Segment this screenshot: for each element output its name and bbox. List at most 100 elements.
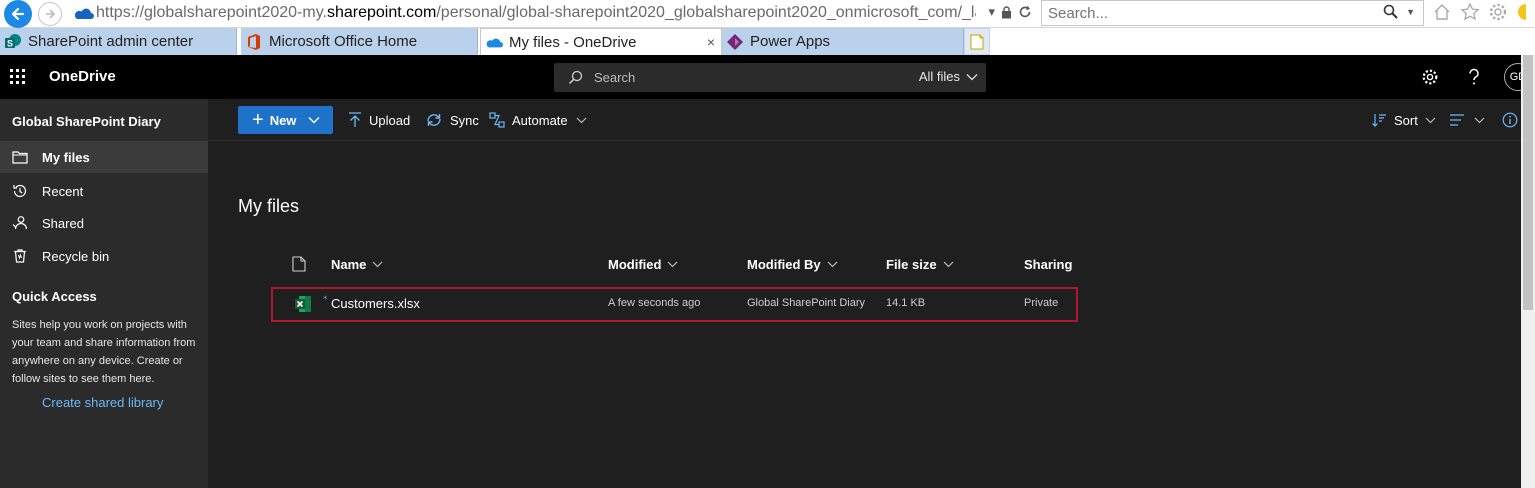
file-type-header-icon[interactable]	[292, 256, 306, 272]
url-field[interactable]: https://globalsharepoint2020-my.sharepoi…	[68, 0, 1036, 26]
tab-my-files-onedrive[interactable]: My files - OneDrive ×	[480, 28, 722, 55]
column-header-label: Modified	[608, 257, 662, 272]
info-pane-button[interactable]	[1502, 110, 1518, 130]
history-icon	[11, 182, 29, 200]
column-header-label: Name	[331, 257, 367, 272]
view-options-button[interactable]	[1449, 110, 1485, 130]
info-icon	[1502, 112, 1518, 128]
app-launcher-icon[interactable]	[10, 69, 26, 85]
automate-label: Automate	[512, 112, 568, 128]
onedrive-cloud-icon	[485, 33, 503, 51]
site-title: Global SharePoint Diary	[12, 114, 161, 129]
create-shared-library-link[interactable]: Create shared library	[42, 395, 163, 410]
left-navigation: Global SharePoint Diary My files Recent …	[0, 99, 208, 488]
file-name[interactable]: Customers.xlsx	[331, 296, 420, 311]
file-modified-by: Global SharePoint Diary	[747, 297, 866, 309]
onedrive-search-box[interactable]: Search All files	[554, 63, 986, 92]
chevron-down-icon	[308, 117, 320, 124]
sync-label: Sync	[450, 112, 479, 128]
quick-access-description: Sites help you work on projects with you…	[12, 319, 196, 385]
new-button[interactable]: + New	[238, 106, 333, 134]
new-tab-button[interactable]	[964, 28, 990, 55]
tab-label: Microsoft Office Home	[269, 33, 418, 50]
upload-label: Upload	[369, 112, 411, 128]
onedrive-cloud-icon	[74, 8, 94, 19]
sort-button[interactable]: Sort	[1371, 110, 1436, 130]
gear-icon[interactable]	[1488, 2, 1508, 22]
page-title: My files	[238, 196, 300, 216]
svg-text:S: S	[7, 38, 13, 48]
column-header-file-size[interactable]: File size	[886, 257, 954, 272]
url-text: https://globalsharepoint2020-my.sharepoi…	[96, 4, 976, 21]
plus-icon: +	[252, 109, 264, 131]
folder-icon	[11, 148, 29, 166]
lock-icon	[1002, 5, 1011, 18]
upload-button[interactable]: Upload	[348, 110, 410, 130]
tab-label: SharePoint admin center	[28, 33, 194, 50]
sidebar-item-recycle-bin[interactable]: Recycle bin	[0, 240, 208, 272]
trash-icon	[11, 247, 29, 265]
column-header-modified-by[interactable]: Modified By	[747, 257, 838, 272]
column-header-label: Sharing	[1024, 257, 1073, 272]
chevron-down-icon	[576, 117, 587, 123]
chevron-down-icon	[966, 73, 978, 80]
back-button[interactable]	[4, 0, 32, 28]
sort-label: Sort	[1394, 112, 1418, 128]
chevron-down-icon	[1425, 117, 1436, 123]
settings-gear-icon[interactable]	[1420, 67, 1440, 87]
file-sharing[interactable]: Private	[1024, 297, 1058, 309]
browser-address-bar: https://globalsharepoint2020-my.sharepoi…	[0, 0, 1535, 28]
sidebar-item-label: Shared	[42, 215, 84, 231]
column-header-modified[interactable]: Modified	[608, 257, 678, 272]
tab-power-apps[interactable]: Power Apps	[722, 28, 964, 55]
scrollbar-thumb[interactable]	[1523, 55, 1533, 310]
automate-flow-icon	[489, 112, 505, 128]
browser-search-box[interactable]: ▼	[1041, 0, 1424, 26]
sidebar-item-my-files[interactable]: My files	[0, 141, 208, 173]
app-name[interactable]: OneDrive	[49, 68, 116, 85]
browser-tab-bar: S SharePoint admin center Microsoft Offi…	[0, 28, 1535, 55]
column-header-name[interactable]: Name	[331, 257, 383, 272]
new-button-label: New	[269, 112, 297, 128]
search-icon[interactable]	[1383, 4, 1399, 20]
search-placeholder: Search	[594, 70, 636, 85]
office-icon	[245, 33, 263, 51]
arrow-left-icon	[11, 7, 25, 21]
forward-button[interactable]	[38, 2, 62, 26]
sync-button[interactable]: Sync	[425, 110, 479, 130]
chevron-down-icon	[827, 261, 838, 268]
sidebar-item-recent[interactable]: Recent	[0, 175, 208, 207]
search-scope-label: All files	[918, 69, 960, 84]
search-scope-dropdown[interactable]: All files	[919, 69, 978, 84]
automate-button[interactable]: Automate	[489, 110, 587, 130]
tab-label: Power Apps	[750, 33, 831, 50]
close-tab-icon[interactable]: ×	[707, 34, 715, 50]
tab-office-home[interactable]: Microsoft Office Home	[241, 28, 478, 55]
sync-status-icon: ⁎	[323, 291, 328, 301]
sort-icon	[1371, 112, 1387, 128]
refresh-icon[interactable]	[1018, 5, 1032, 19]
upload-arrow-icon	[348, 112, 362, 128]
help-question-icon[interactable]	[1464, 67, 1484, 87]
sidebar-item-label: My files	[42, 149, 90, 165]
sidebar-item-label: Recent	[42, 183, 84, 199]
home-icon[interactable]	[1432, 2, 1452, 22]
chevron-down-icon	[1474, 117, 1485, 123]
dropdown-caret-icon[interactable]: ▾	[988, 4, 995, 20]
search-options-caret-icon[interactable]: ▼	[1406, 7, 1415, 17]
chevron-down-icon	[372, 261, 383, 268]
browser-search-input[interactable]	[1048, 4, 1368, 22]
smiley-feedback-icon[interactable]	[1516, 2, 1526, 22]
tab-sharepoint-admin[interactable]: S SharePoint admin center	[0, 28, 237, 55]
file-size: 14.1 KB	[886, 297, 926, 309]
sync-icon	[425, 112, 443, 128]
page-scrollbar[interactable]	[1521, 55, 1535, 488]
quick-access-title: Quick Access	[12, 289, 97, 304]
chevron-down-icon	[668, 261, 678, 268]
list-view-icon	[1449, 113, 1465, 127]
favorites-star-icon[interactable]	[1460, 2, 1480, 22]
sidebar-item-label: Recycle bin	[42, 248, 110, 264]
file-modified: A few seconds ago	[608, 297, 701, 309]
column-header-sharing[interactable]: Sharing	[1024, 257, 1072, 272]
sidebar-item-shared[interactable]: Shared	[0, 207, 208, 239]
